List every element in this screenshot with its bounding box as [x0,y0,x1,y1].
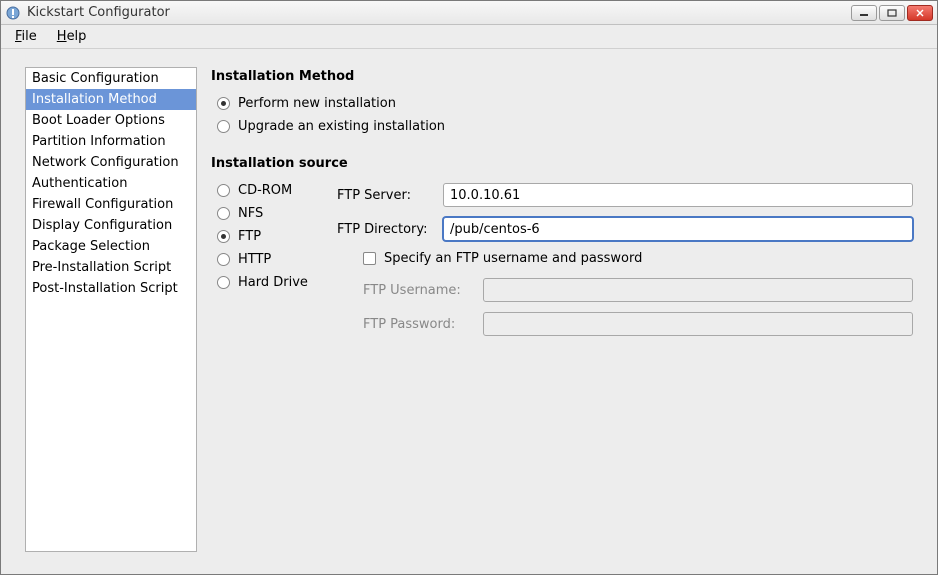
ftp-username-label: FTP Username: [363,283,473,298]
ftp-server-input[interactable] [443,183,913,207]
radio-label: Upgrade an existing installation [238,119,445,134]
app-window: Kickstart Configurator File Help Basic C… [0,0,938,575]
installation-source-heading: Installation source [211,156,913,171]
sidebar-item-boot-loader-options[interactable]: Boot Loader Options [26,110,196,131]
ftp-directory-label: FTP Directory: [337,222,433,237]
sidebar-item-authentication[interactable]: Authentication [26,173,196,194]
sidebar-item-display-configuration[interactable]: Display Configuration [26,215,196,236]
radio-label: NFS [238,206,263,221]
sidebar-item-post-installation-script[interactable]: Post-Installation Script [26,278,196,299]
installation-method-heading: Installation Method [211,69,913,84]
minimize-button[interactable] [851,5,877,21]
radio-upgrade-installation[interactable]: Upgrade an existing installation [217,115,913,138]
sidebar-item-firewall-configuration[interactable]: Firewall Configuration [26,194,196,215]
sidebar-item-installation-method[interactable]: Installation Method [26,89,196,110]
window-title: Kickstart Configurator [27,5,851,20]
radio-label: HTTP [238,252,271,267]
sidebar-item-basic-configuration[interactable]: Basic Configuration [26,68,196,89]
close-button[interactable] [907,5,933,21]
radio-ftp[interactable]: FTP [217,225,317,248]
content-area: Basic Configuration Installation Method … [1,49,937,574]
radio-cdrom[interactable]: CD-ROM [217,179,317,202]
radio-label: Hard Drive [238,275,308,290]
maximize-button[interactable] [879,5,905,21]
radio-icon [217,184,230,197]
radio-label: Perform new installation [238,96,396,111]
radio-hard-drive[interactable]: Hard Drive [217,271,317,294]
menu-help[interactable]: Help [53,27,91,46]
installation-source-group: CD-ROM NFS FTP HTTP [217,179,317,294]
ftp-specify-credentials-row[interactable]: Specify an FTP username and password [363,251,913,266]
app-icon [5,5,21,21]
ftp-server-label: FTP Server: [337,188,433,203]
ftp-password-label: FTP Password: [363,317,473,332]
radio-label: FTP [238,229,261,244]
installation-method-group: Perform new installation Upgrade an exis… [217,92,913,138]
sidebar-item-network-configuration[interactable]: Network Configuration [26,152,196,173]
radio-label: CD-ROM [238,183,292,198]
radio-nfs[interactable]: NFS [217,202,317,225]
radio-icon [217,276,230,289]
checkbox-label: Specify an FTP username and password [384,251,642,266]
window-controls [851,5,933,21]
sidebar-item-pre-installation-script[interactable]: Pre-Installation Script [26,257,196,278]
sidebar-item-package-selection[interactable]: Package Selection [26,236,196,257]
radio-icon [217,120,230,133]
ftp-server-row: FTP Server: [337,183,913,207]
ftp-username-row: FTP Username: [337,278,913,302]
radio-icon [217,253,230,266]
titlebar: Kickstart Configurator [1,1,937,25]
radio-new-installation[interactable]: Perform new installation [217,92,913,115]
sidebar-item-partition-information[interactable]: Partition Information [26,131,196,152]
menubar: File Help [1,25,937,49]
main-panel: Installation Method Perform new installa… [211,67,913,552]
installation-source-layout: CD-ROM NFS FTP HTTP [211,179,913,346]
ftp-password-input [483,312,913,336]
checkbox-icon [363,252,376,265]
ftp-password-row: FTP Password: [337,312,913,336]
ftp-directory-row: FTP Directory: [337,217,913,241]
radio-http[interactable]: HTTP [217,248,317,271]
radio-icon [217,230,230,243]
sidebar[interactable]: Basic Configuration Installation Method … [25,67,197,552]
radio-icon [217,97,230,110]
ftp-username-input [483,278,913,302]
menu-file[interactable]: File [11,27,41,46]
ftp-directory-input[interactable] [443,217,913,241]
ftp-form: FTP Server: FTP Directory: Specify an FT… [337,179,913,346]
radio-icon [217,207,230,220]
